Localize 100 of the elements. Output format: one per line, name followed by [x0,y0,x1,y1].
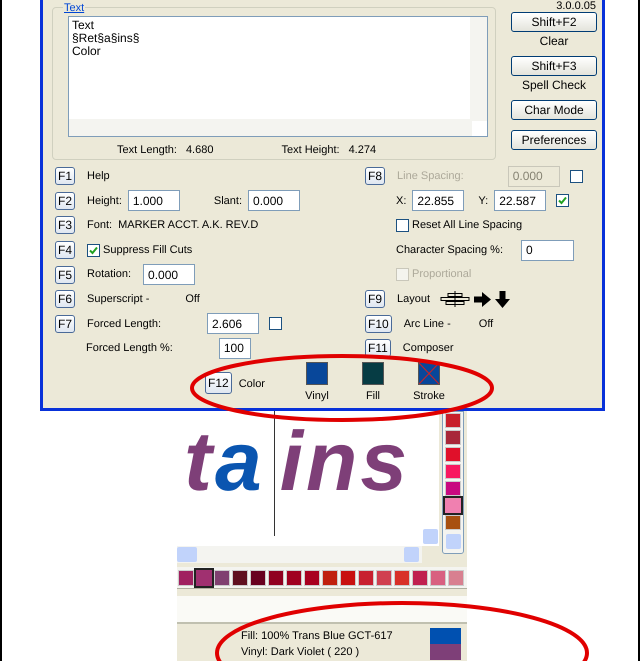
color-swatch[interactable] [362,362,384,385]
input-field[interactable]: 2.606 [207,313,260,334]
palette-swatch[interactable] [376,570,392,586]
function-key-button[interactable]: F3 [55,216,76,234]
field-label: Arc Line - [404,316,451,332]
field-label: Off [185,292,200,308]
palette-swatch[interactable] [286,570,302,586]
palette-swatch[interactable] [445,515,461,530]
palette-swatch[interactable] [445,498,461,513]
status-text: Vinyl: Dark Violet ( 220 ) [241,644,360,660]
input-field[interactable]: 0.000 [143,264,196,286]
input-field[interactable]: 22.855 [412,190,464,212]
align-center-icon[interactable] [440,291,470,308]
side-button[interactable]: Shift+F3 [511,56,597,76]
palette-swatch[interactable] [445,413,461,428]
field-label: Help [87,169,110,184]
crossed-color-swatch[interactable] [418,362,440,385]
button-caption: Spell Check [522,79,586,91]
function-key-button[interactable]: F8 [365,167,386,186]
side-button[interactable]: Char Mode [511,100,597,120]
text-length-value: 4.680 [186,143,214,158]
palette-swatch[interactable] [448,570,464,586]
checkbox-label: Proportional [412,267,472,282]
field-label: MARKER ACCT. A.K. REV.D [118,218,258,234]
field-label: Composer [402,341,454,356]
palette-swatch[interactable] [430,570,446,586]
palette-swatch[interactable] [214,570,230,586]
palette-swatch[interactable] [412,570,428,586]
checkbox[interactable] [269,317,282,330]
function-key-button[interactable]: F10 [365,314,392,333]
horizontal-scrollbar[interactable] [69,119,472,136]
function-key-button[interactable]: F12 [205,372,232,394]
version-label: 3.0.0.05 [556,0,596,12]
swatch-label: Vinyl [305,389,329,404]
palette-swatch[interactable] [394,570,410,586]
function-key-button[interactable]: F5 [55,266,76,284]
checkbox-label: Reset All Line Spacing [412,218,522,234]
palette-swatch[interactable] [445,481,461,496]
palette-swatch[interactable] [178,570,194,586]
text-line: §Ret§a§ins§ [72,32,140,45]
side-button[interactable]: Shift+F2 [511,12,597,32]
side-button[interactable]: Preferences [511,130,597,150]
palette-swatch[interactable] [250,570,266,586]
field-label: Line Spacing: [397,169,464,184]
field-label: Off [478,316,494,332]
field-label: Forced Length: [87,316,162,332]
checkbox[interactable] [570,170,583,183]
horizontal-scrollbar[interactable] [177,546,422,563]
design-letter: n [305,413,358,510]
field-label: Superscript - [87,292,150,308]
function-key-button[interactable]: F4 [55,241,76,260]
text-area[interactable]: Text §Ret§a§ins§ Color [68,16,488,137]
color-label: Color [238,377,265,392]
function-key-button[interactable]: F7 [55,314,76,333]
function-key-button[interactable]: F9 [365,290,386,308]
palette-swatch[interactable] [268,570,284,586]
swatch-label: Fill [366,389,380,404]
field-label: Layout [397,292,430,308]
text-length-label: Text Length: [117,143,177,158]
field-label: Character Spacing %: [396,242,503,258]
arrow-right-icon[interactable] [474,292,492,307]
input-field[interactable]: 0.000 [248,190,300,212]
palette-swatch[interactable] [340,570,356,586]
swatch-label: Stroke [413,389,445,404]
palette-swatch[interactable] [445,464,461,479]
palette-swatch[interactable] [445,447,461,462]
design-letter: i [278,413,306,510]
checkbox[interactable] [87,244,100,257]
status-text: Fill: 100% Trans Blue GCT-617 [241,628,393,644]
checkbox-label: Suppress Fill Cuts [103,242,192,258]
palette-swatch[interactable] [232,570,248,586]
input-field[interactable]: 22.587 [494,190,546,212]
scroll-thumb[interactable] [177,547,197,562]
input-field[interactable]: 100 [218,338,251,359]
text-height-label: Text Height: [281,143,340,158]
function-key-button[interactable]: F6 [55,290,76,308]
vertical-scrollbar[interactable] [470,17,487,121]
checkbox[interactable] [556,194,570,208]
palette-swatch[interactable] [196,570,212,586]
text-height-value: 4.274 [348,143,376,158]
color-swatch[interactable] [306,362,328,385]
field-label: Slant: [214,194,242,209]
palette-swatch[interactable] [322,570,338,586]
field-label: Forced Length %: [86,341,173,356]
checkbox[interactable] [396,218,409,232]
input-field[interactable]: 0 [521,240,574,261]
text-line: Text [72,19,96,32]
button-caption: Clear [540,35,568,47]
arrow-down-icon[interactable] [495,290,510,308]
palette-swatch[interactable] [445,430,461,445]
field-label: Height: [87,194,122,209]
palette-swatch[interactable] [358,570,374,586]
field-label: X: [396,194,406,209]
text-line: Color [72,45,102,58]
function-key-button[interactable]: F11 [365,339,391,358]
input-field[interactable]: 1.000 [128,190,180,212]
function-key-button[interactable]: F2 [55,192,76,210]
field-label: Font: [87,218,112,234]
palette-swatch[interactable] [304,570,320,586]
function-key-button[interactable]: F1 [55,167,76,186]
